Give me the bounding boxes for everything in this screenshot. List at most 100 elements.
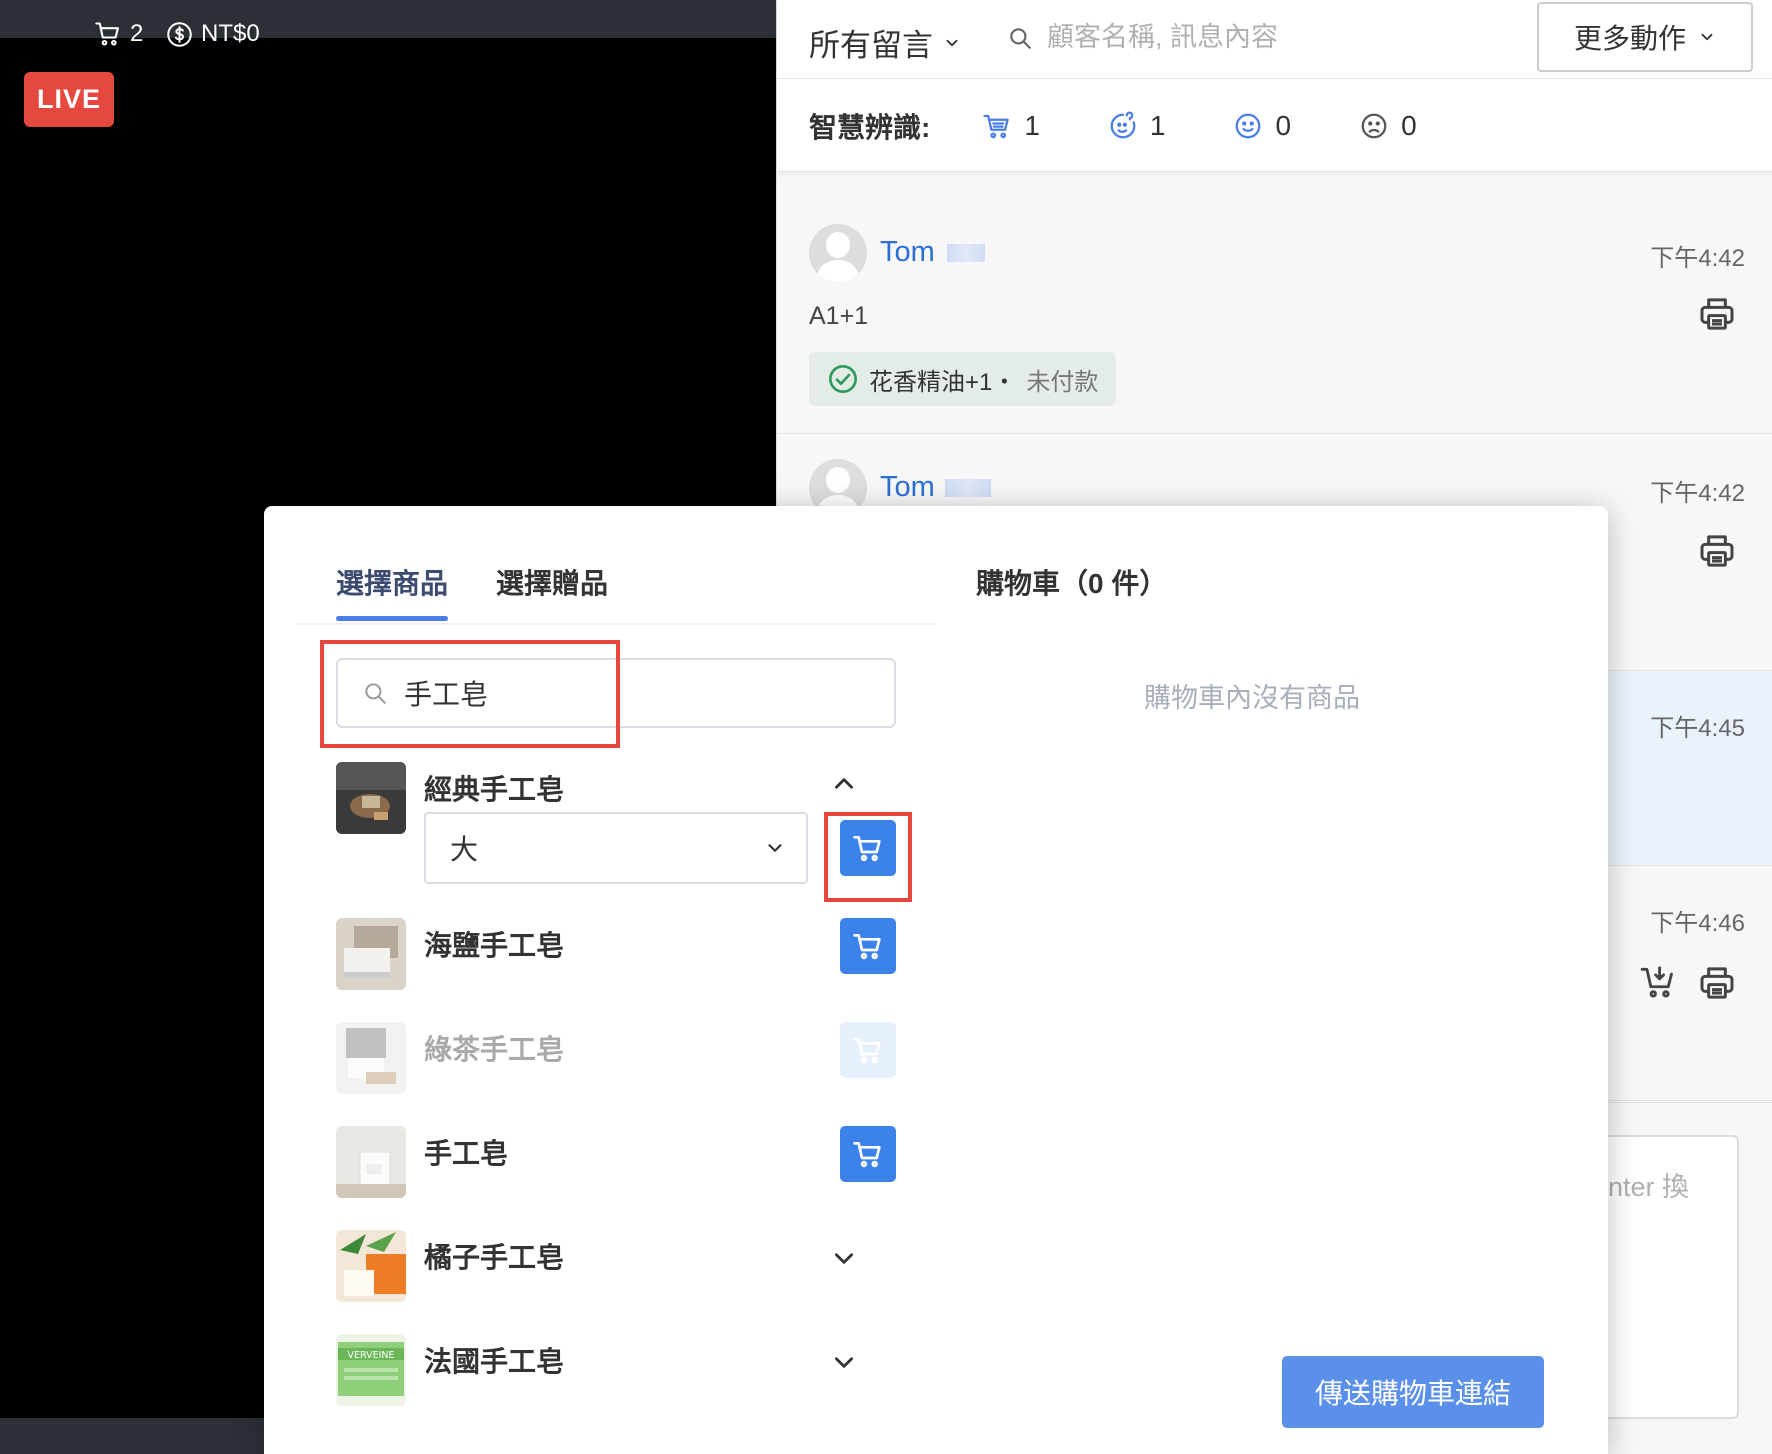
avatar (809, 224, 867, 282)
chevron-down-icon (835, 1357, 853, 1368)
product-item: 橘子手工皂 (336, 1230, 896, 1304)
chevron-down-icon (1701, 33, 1713, 41)
print-button[interactable] (1697, 531, 1737, 576)
search-icon (365, 683, 386, 704)
comment-filter-label: 所有留言 (809, 28, 933, 63)
frown-icon (1361, 113, 1387, 139)
active-tab-indicator (336, 616, 448, 621)
comment-text: A1+1 (809, 302, 869, 330)
cart-icon (95, 22, 119, 46)
tabs-divider (296, 623, 936, 625)
product-search (336, 658, 896, 728)
variant-select[interactable]: 大 (424, 812, 808, 884)
dollar-circle-icon (167, 21, 192, 47)
smart-count-positive: 0 (1275, 110, 1292, 141)
comment-time: 下午4:42 (1650, 245, 1745, 272)
product-name: 綠茶手工皂 (424, 1034, 565, 1065)
add-product-to-cart-button[interactable] (840, 820, 896, 876)
commenter-name[interactable]: Tom (880, 471, 935, 504)
smart-filter-positive[interactable]: 0 (1233, 110, 1291, 142)
cart-download-icon (1640, 966, 1673, 998)
smart-recognition-label: 智慧辨識: (809, 112, 931, 143)
search-icon (1010, 27, 1031, 49)
product-item: 綠茶手工皂 (336, 1022, 896, 1096)
add-product-to-cart-button[interactable] (840, 1126, 896, 1182)
smart-count-cart: 1 (1024, 110, 1040, 141)
smart-count-negative: 0 (1401, 110, 1417, 141)
product-thumbnail (336, 1126, 406, 1198)
cart-icon (853, 934, 881, 960)
print-button[interactable] (1697, 963, 1737, 1008)
order-chip[interactable]: 花香精油+1・ 未付款 (809, 352, 1117, 406)
header-divider (777, 78, 1772, 79)
more-actions-button[interactable]: 更多動作 (1537, 2, 1753, 72)
product-thumbnail (336, 1022, 406, 1094)
comment-time: 下午4:46 (1650, 910, 1745, 937)
check-circle-icon (829, 365, 857, 393)
cart-icon (853, 836, 881, 862)
redacted-name (945, 479, 991, 497)
product-item: 海鹽手工皂 (336, 918, 896, 992)
printer-icon (1700, 967, 1734, 999)
product-search-input[interactable] (404, 677, 824, 709)
product-item: 手工皂 (336, 1126, 896, 1200)
comment-time: 下午4:45 (1650, 715, 1745, 742)
comment-filter-select[interactable]: 所有留言 (809, 20, 961, 65)
smart-count-question: 1 (1149, 110, 1166, 141)
smile-icon (1236, 113, 1261, 139)
product-item: VERVEINE 法國手工皂 (336, 1334, 896, 1408)
cart-count-stat: 2 (94, 20, 143, 48)
chevron-down-icon (835, 1253, 853, 1264)
question-face-icon (1110, 111, 1136, 139)
reply-placeholder: nter 換 (1607, 1172, 1689, 1202)
collapse-button[interactable] (826, 766, 862, 802)
variant-value: 大 (450, 834, 479, 865)
revenue-stat: NT$0 (166, 20, 260, 48)
order-status: 未付款 (1026, 368, 1099, 396)
revenue-value: NT$0 (201, 20, 260, 47)
verveine-label: VERVEINE (348, 1350, 395, 1361)
expand-button[interactable] (826, 1240, 862, 1276)
comments-header: 所有留言 更多動作 智慧辨識: 1 1 0 (777, 0, 1772, 172)
add-product-to-cart-button-disabled (840, 1022, 896, 1078)
product-thumbnail (336, 918, 406, 990)
send-cart-link-button[interactable]: 傳送購物車連結 (1282, 1356, 1544, 1428)
smart-filter-cart[interactable]: 1 (982, 110, 1040, 142)
cart-icon (853, 1142, 881, 1168)
expand-button[interactable] (826, 1344, 862, 1380)
product-name: 經典手工皂 (424, 774, 565, 805)
smart-filter-negative[interactable]: 0 (1359, 110, 1417, 142)
cart-title: 購物車（0 件） (976, 568, 1168, 599)
cart-empty-message: 購物車內沒有商品 (1144, 683, 1360, 713)
product-name: 手工皂 (424, 1138, 509, 1169)
print-button[interactable] (1697, 294, 1737, 339)
redacted-name (947, 244, 985, 262)
cart-count: 2 (130, 20, 144, 47)
smart-filter-question[interactable]: 1 (1108, 110, 1166, 142)
more-actions-label: 更多動作 (1573, 23, 1686, 54)
product-name: 法國手工皂 (424, 1346, 565, 1377)
chevron-down-icon (768, 844, 782, 852)
comment-time: 下午4:42 (1650, 480, 1745, 507)
smart-recognition-row: 智慧辨識: 1 1 0 0 (809, 106, 1485, 146)
add-product-to-cart-button[interactable] (840, 918, 896, 974)
add-to-cart-button[interactable] (1639, 963, 1677, 1006)
tab-select-products[interactable]: 選擇商品 (336, 562, 448, 602)
live-badge: LIVE (24, 72, 114, 127)
product-name: 橘子手工皂 (424, 1242, 565, 1273)
comment-search (1007, 22, 1407, 53)
cart-icon (853, 1038, 881, 1064)
tab-select-gifts[interactable]: 選擇贈品 (496, 562, 608, 602)
product-thumbnail (336, 1230, 406, 1302)
comment-item[interactable]: Tom 下午4:42 A1+1 花香精油+1・ 未付款 (777, 198, 1772, 434)
commenter-name[interactable]: Tom (880, 236, 935, 269)
add-to-cart-modal: 選擇商品 選擇贈品 購物車（0 件） 購物車內沒有商品 經典手工皂 大 海鹽手工… (264, 506, 1608, 1454)
product-thumbnail (336, 762, 406, 834)
product-thumbnail: VERVEINE (336, 1334, 406, 1406)
product-name: 海鹽手工皂 (424, 930, 565, 961)
chevron-up-icon (835, 778, 853, 789)
printer-icon (1700, 298, 1734, 330)
order-item: 花香精油+1・ (869, 368, 1017, 396)
cart-intent-icon (983, 114, 1010, 139)
comment-search-input[interactable] (1047, 22, 1407, 53)
